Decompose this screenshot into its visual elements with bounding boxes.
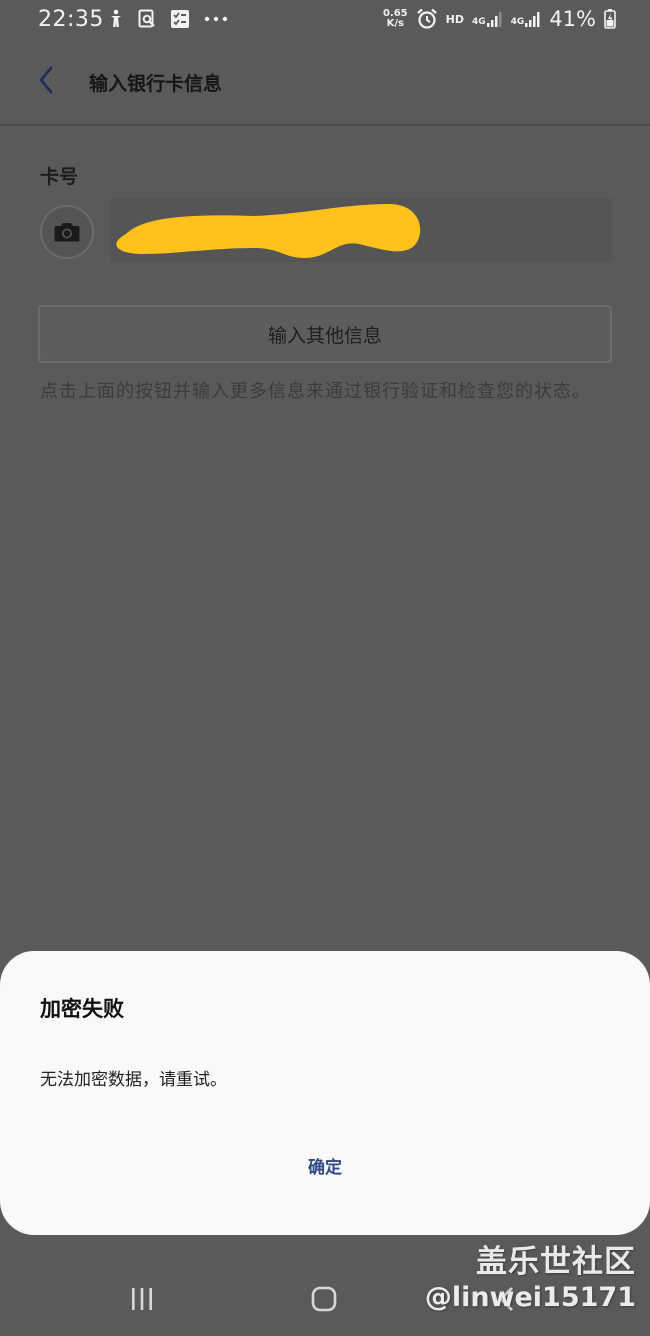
search-document-icon: [138, 9, 155, 28]
hint-text: 点击上面的按钮并输入更多信息来通过银行验证和检查您的状态。: [40, 381, 591, 402]
enter-other-info-button[interactable]: 输入其他信息: [38, 305, 612, 363]
signal-2: 4G: [511, 11, 542, 27]
card-number-input[interactable]: [110, 198, 612, 262]
app-header: 输入银行卡信息: [0, 40, 650, 126]
dialog-confirm-label: 确定: [308, 1157, 342, 1178]
dialog-confirm-button[interactable]: 确定: [280, 1147, 370, 1183]
home-button[interactable]: [308, 1284, 340, 1314]
status-notification-icons: [108, 9, 228, 29]
status-time: 22:35: [38, 7, 104, 32]
watermark-site: 盖乐世社区: [476, 1244, 636, 1280]
accessibility-icon: [111, 9, 121, 27]
encryption-failed-dialog: 加密失败 无法加密数据，请重试。 确定: [0, 951, 650, 1235]
page-title: 输入银行卡信息: [89, 73, 223, 95]
status-bar: 22:35 0.65 K/s HD 4G 4G 41%: [0, 0, 650, 40]
camera-icon: [54, 223, 80, 242]
hd-voice-indicator: HD: [445, 12, 464, 26]
watermark-user: @linwei15171: [424, 1282, 636, 1313]
home-icon: [311, 1286, 337, 1312]
signal-strength-icon: [525, 12, 540, 27]
task-icon: [171, 10, 189, 28]
dialog-message: 无法加密数据，请重试。: [40, 1070, 227, 1090]
enter-other-info-label: 输入其他信息: [267, 324, 382, 347]
back-arrow-icon: [39, 66, 53, 94]
card-number-label: 卡号: [40, 166, 79, 188]
signal-strength-icon: [486, 12, 502, 27]
network-speed: 0.65 K/s: [382, 8, 408, 29]
signal-1: 4G: [472, 11, 503, 27]
scan-card-button[interactable]: [40, 205, 94, 259]
alarm-icon: [416, 8, 437, 29]
battery-percent: 41%: [549, 7, 596, 31]
battery-charging-icon: [604, 9, 616, 29]
more-notifications-icon: [204, 16, 228, 22]
page-root: 22:35 0.65 K/s HD 4G 4G 41% 输入银行卡信息 卡号 输…: [0, 0, 650, 1336]
back-button[interactable]: [28, 62, 64, 98]
status-system-icons: 0.65 K/s HD 4G 4G 41%: [383, 6, 616, 32]
recent-apps-button[interactable]: [126, 1284, 158, 1314]
recent-apps-icon: [132, 1288, 152, 1310]
dialog-title: 加密失败: [40, 996, 124, 1021]
